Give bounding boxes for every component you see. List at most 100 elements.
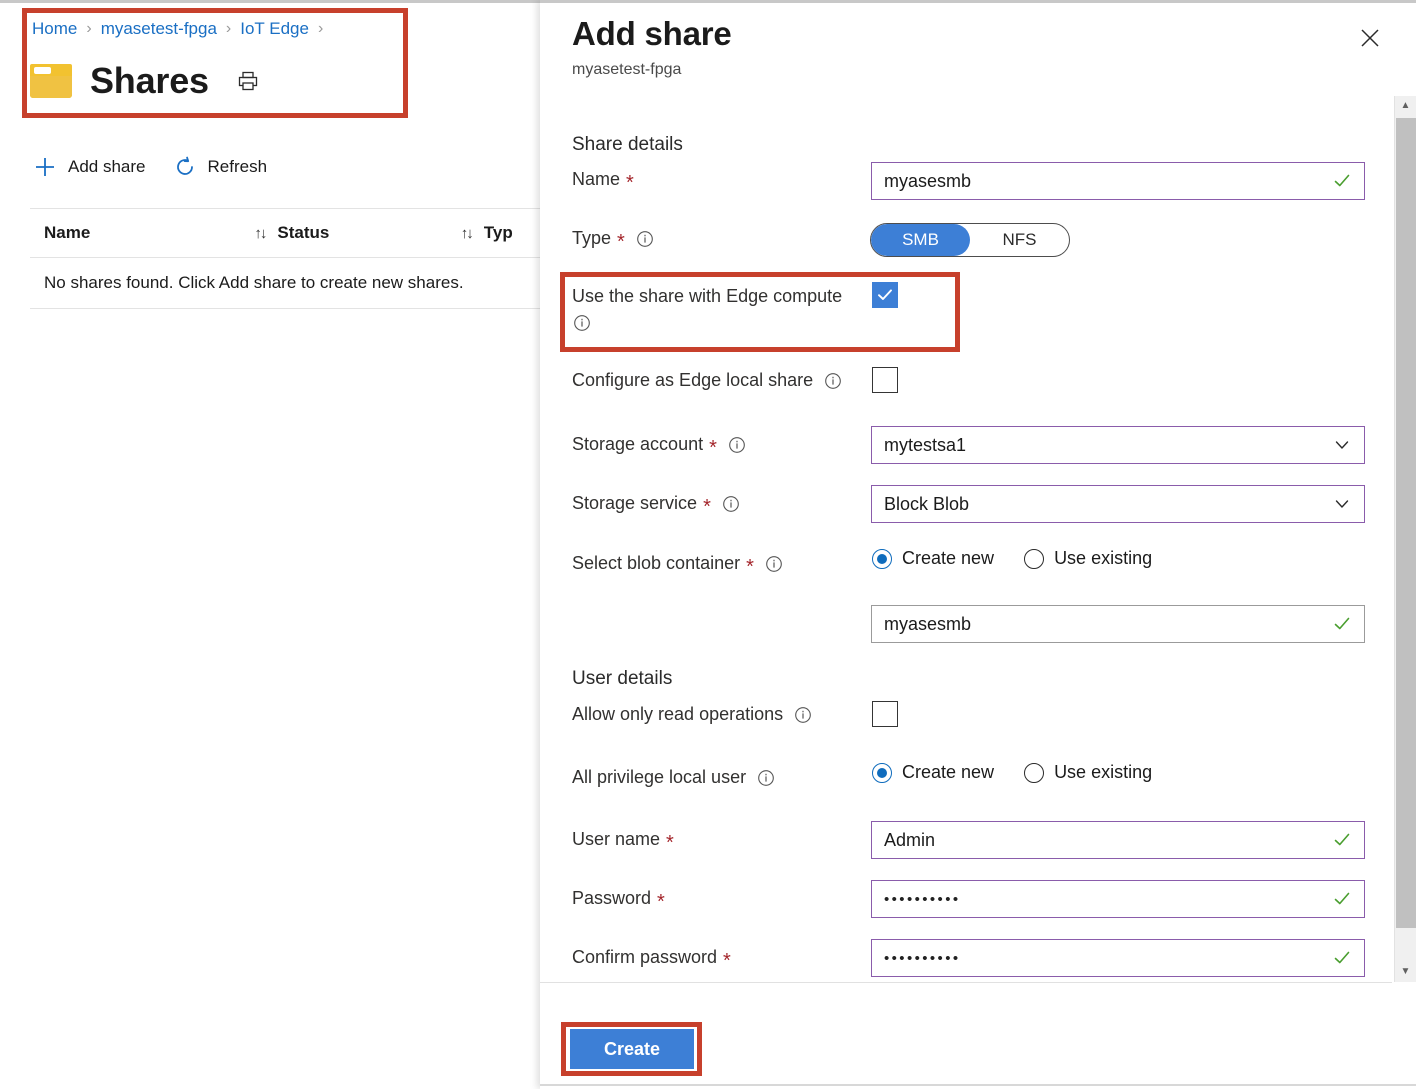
breadcrumb: Home › myasetest-fpga › IoT Edge › <box>32 16 332 42</box>
sort-icon[interactable]: ↑↓ <box>461 225 472 242</box>
confirm-password-input[interactable]: •••••••••• <box>871 939 1365 977</box>
password-value: •••••••••• <box>884 891 1332 908</box>
column-header-name-label: Name <box>44 223 90 243</box>
add-share-panel: Add share myasetest-fpga Share details N… <box>540 0 1416 1089</box>
storage-service-value: Block Blob <box>884 494 1332 515</box>
breadcrumb-item-iot-edge[interactable]: IoT Edge <box>240 19 309 39</box>
chevron-down-icon <box>1332 435 1352 455</box>
page-title: Shares <box>90 63 209 99</box>
blob-container-name-value: myasesmb <box>884 614 1332 635</box>
scrollbar-up-arrow-icon[interactable]: ▲ <box>1395 96 1416 116</box>
panel-scrollbar[interactable]: ▲ ▼ <box>1394 96 1416 982</box>
info-icon[interactable] <box>823 371 843 391</box>
info-icon[interactable] <box>721 494 741 514</box>
plus-icon <box>32 154 58 180</box>
page-top-divider <box>0 0 540 3</box>
breadcrumb-separator-icon: › <box>86 20 91 38</box>
blob-container-name-input[interactable]: myasesmb <box>871 605 1365 643</box>
info-icon[interactable] <box>756 768 776 788</box>
check-icon <box>1332 171 1352 191</box>
column-header-name[interactable]: Name ↑↓ <box>30 223 277 243</box>
blob-container-label: Select blob container* <box>572 553 784 574</box>
radio-unselected-icon <box>1024 549 1044 569</box>
type-label: Type* <box>572 228 655 249</box>
empty-state-message: No shares found. Click Add share to crea… <box>44 273 464 293</box>
edge-compute-label: Use the share with Edge compute <box>572 286 872 333</box>
type-option-nfs[interactable]: NFS <box>970 224 1069 256</box>
chevron-down-icon <box>1332 494 1352 514</box>
password-label: Password* <box>572 888 665 909</box>
edge-local-share-label: Configure as Edge local share <box>572 370 843 391</box>
user-details-heading: User details <box>572 668 672 690</box>
user-name-value: Admin <box>884 830 1332 851</box>
close-icon[interactable] <box>1354 22 1386 54</box>
type-toggle[interactable]: SMB NFS <box>870 223 1070 257</box>
check-icon <box>1332 830 1352 850</box>
privilege-user-radio-group: Create new Use existing <box>872 762 1182 783</box>
panel-top-divider <box>540 0 1416 3</box>
breadcrumb-item-device[interactable]: myasetest-fpga <box>101 19 217 39</box>
scrollbar-thumb[interactable] <box>1396 118 1416 928</box>
edge-compute-checkbox[interactable] <box>872 282 898 308</box>
check-icon <box>1332 614 1352 634</box>
column-header-type[interactable]: Typ <box>484 223 542 243</box>
name-input[interactable]: myasesmb <box>871 162 1365 200</box>
column-header-status[interactable]: Status ↑↓ <box>277 223 483 243</box>
name-label: Name* <box>572 169 634 190</box>
blob-container-radio-group: Create new Use existing <box>872 548 1182 569</box>
privilege-user-label: All privilege local user <box>572 767 776 788</box>
info-icon[interactable] <box>572 313 592 333</box>
footer-divider <box>540 1084 1416 1086</box>
shares-table: Name ↑↓ Status ↑↓ Typ No shares found. C… <box>30 208 542 309</box>
read-only-checkbox[interactable] <box>872 701 898 727</box>
check-icon <box>1332 889 1352 909</box>
type-option-smb[interactable]: SMB <box>871 224 970 256</box>
breadcrumb-separator-icon: › <box>318 20 323 38</box>
radio-selected-icon <box>872 549 892 569</box>
radio-unselected-icon <box>1024 763 1044 783</box>
info-icon[interactable] <box>727 435 747 455</box>
info-icon[interactable] <box>635 229 655 249</box>
read-only-label: Allow only read operations <box>572 704 813 725</box>
panel-subtitle: myasetest-fpga <box>572 61 1342 79</box>
blob-container-create-new-radio[interactable]: Create new <box>872 548 994 569</box>
info-icon[interactable] <box>764 554 784 574</box>
storage-service-select[interactable]: Block Blob <box>871 485 1365 523</box>
page-title-row: Shares <box>30 55 261 107</box>
edge-local-share-checkbox[interactable] <box>872 367 898 393</box>
panel-title: Add share <box>572 12 1342 56</box>
folder-icon <box>30 64 72 98</box>
refresh-label: Refresh <box>208 157 268 177</box>
blob-container-use-existing-label: Use existing <box>1054 548 1152 569</box>
refresh-icon <box>172 154 198 180</box>
refresh-button[interactable]: Refresh <box>172 148 268 186</box>
share-details-heading: Share details <box>572 134 683 156</box>
privilege-user-use-existing-label: Use existing <box>1054 762 1152 783</box>
storage-account-label: Storage account* <box>572 434 747 455</box>
privilege-user-create-new-radio[interactable]: Create new <box>872 762 994 783</box>
storage-service-label: Storage service* <box>572 493 741 514</box>
add-share-button[interactable]: Add share <box>32 148 146 186</box>
command-bar: Add share Refresh <box>32 148 293 186</box>
scrollbar-down-arrow-icon[interactable]: ▼ <box>1395 962 1416 982</box>
table-header-row: Name ↑↓ Status ↑↓ Typ <box>30 208 542 258</box>
storage-account-select[interactable]: mytestsa1 <box>871 426 1365 464</box>
sort-icon[interactable]: ↑↓ <box>254 225 265 242</box>
column-header-type-label: Typ <box>484 223 513 243</box>
print-icon[interactable] <box>235 68 261 94</box>
check-icon <box>1332 948 1352 968</box>
blob-container-create-new-label: Create new <box>902 548 994 569</box>
info-icon[interactable] <box>793 705 813 725</box>
breadcrumb-item-home[interactable]: Home <box>32 19 77 39</box>
confirm-password-label: Confirm password* <box>572 947 731 968</box>
app-root: Home › myasetest-fpga › IoT Edge › Share… <box>0 0 1416 1089</box>
password-input[interactable]: •••••••••• <box>871 880 1365 918</box>
create-button[interactable]: Create <box>570 1029 694 1069</box>
blob-container-use-existing-radio[interactable]: Use existing <box>1024 548 1152 569</box>
breadcrumb-separator-icon: › <box>226 20 231 38</box>
user-name-input[interactable]: Admin <box>871 821 1365 859</box>
privilege-user-use-existing-radio[interactable]: Use existing <box>1024 762 1152 783</box>
privilege-user-create-new-label: Create new <box>902 762 994 783</box>
table-empty-row: No shares found. Click Add share to crea… <box>30 258 542 309</box>
user-name-label: User name* <box>572 829 674 850</box>
